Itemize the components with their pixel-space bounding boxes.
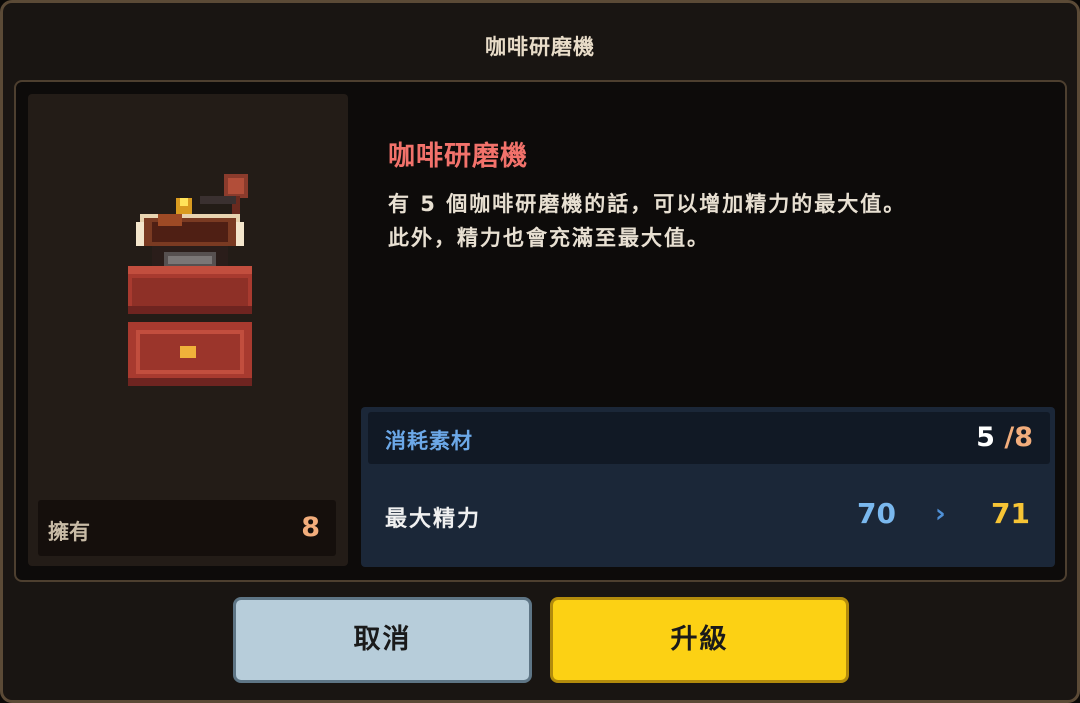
max-stamina-label: 最大精力 (385, 507, 482, 532)
item-preview-panel: 擁有 8 (28, 94, 348, 566)
material-cost-value: 5 /8 (976, 422, 1033, 453)
owned-count-row: 擁有 8 (38, 500, 336, 556)
max-stamina-current: 70 (857, 497, 896, 530)
chevron-right-icon: › (935, 499, 946, 529)
material-have: 5 (976, 422, 995, 453)
upgrade-button[interactable]: 升級 (550, 597, 849, 683)
description-line: 有 5 個咖啡研磨機的話，可以增加精力的最大值。 (388, 192, 907, 216)
cancel-button[interactable]: 取消 (233, 597, 532, 683)
material-need: /8 (1004, 422, 1033, 453)
dialog-title: 咖啡研磨機 (485, 35, 595, 59)
material-cost-label: 消耗素材 (385, 429, 473, 453)
owned-count: 8 (301, 512, 320, 543)
material-cost-row: 消耗素材 5 /8 (368, 412, 1050, 464)
upgrade-stats-panel: 消耗素材 5 /8 最大精力 70 › 71 (361, 407, 1055, 567)
max-stamina-next: 71 (991, 497, 1030, 530)
item-description: 有 5 個咖啡研磨機的話，可以增加精力的最大值。 此外，精力也會充滿至最大值。 (388, 187, 1028, 255)
description-line: 此外，精力也會充滿至最大值。 (388, 226, 710, 250)
item-name: 咖啡研磨機 (388, 141, 528, 172)
owned-label: 擁有 (48, 520, 90, 544)
coffee-grinder-icon (128, 174, 252, 386)
